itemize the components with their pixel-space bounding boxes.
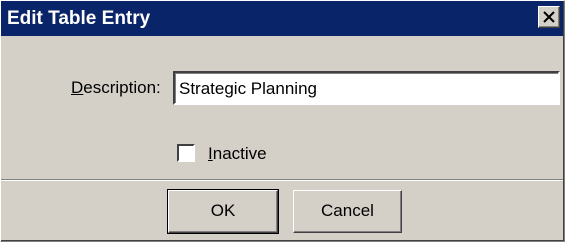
edit-table-entry-dialog: Edit Table Entry Description: Strategic …: [0, 0, 565, 242]
cancel-button[interactable]: Cancel: [293, 190, 402, 233]
close-button[interactable]: [538, 6, 560, 28]
close-icon: [543, 11, 555, 23]
inactive-label[interactable]: Inactive: [208, 143, 267, 165]
description-input[interactable]: Strategic Planning: [173, 71, 560, 105]
title-bar[interactable]: Edit Table Entry: [1, 1, 563, 36]
description-label: Description:: [71, 77, 161, 99]
inactive-label-text: nactive: [212, 144, 267, 163]
separator: [1, 179, 563, 181]
description-label-text: escription:: [83, 78, 161, 97]
window-title: Edit Table Entry: [7, 8, 151, 29]
ok-button[interactable]: OK: [167, 189, 279, 234]
description-mnemonic: D: [71, 78, 84, 97]
inactive-checkbox[interactable]: [177, 144, 195, 162]
